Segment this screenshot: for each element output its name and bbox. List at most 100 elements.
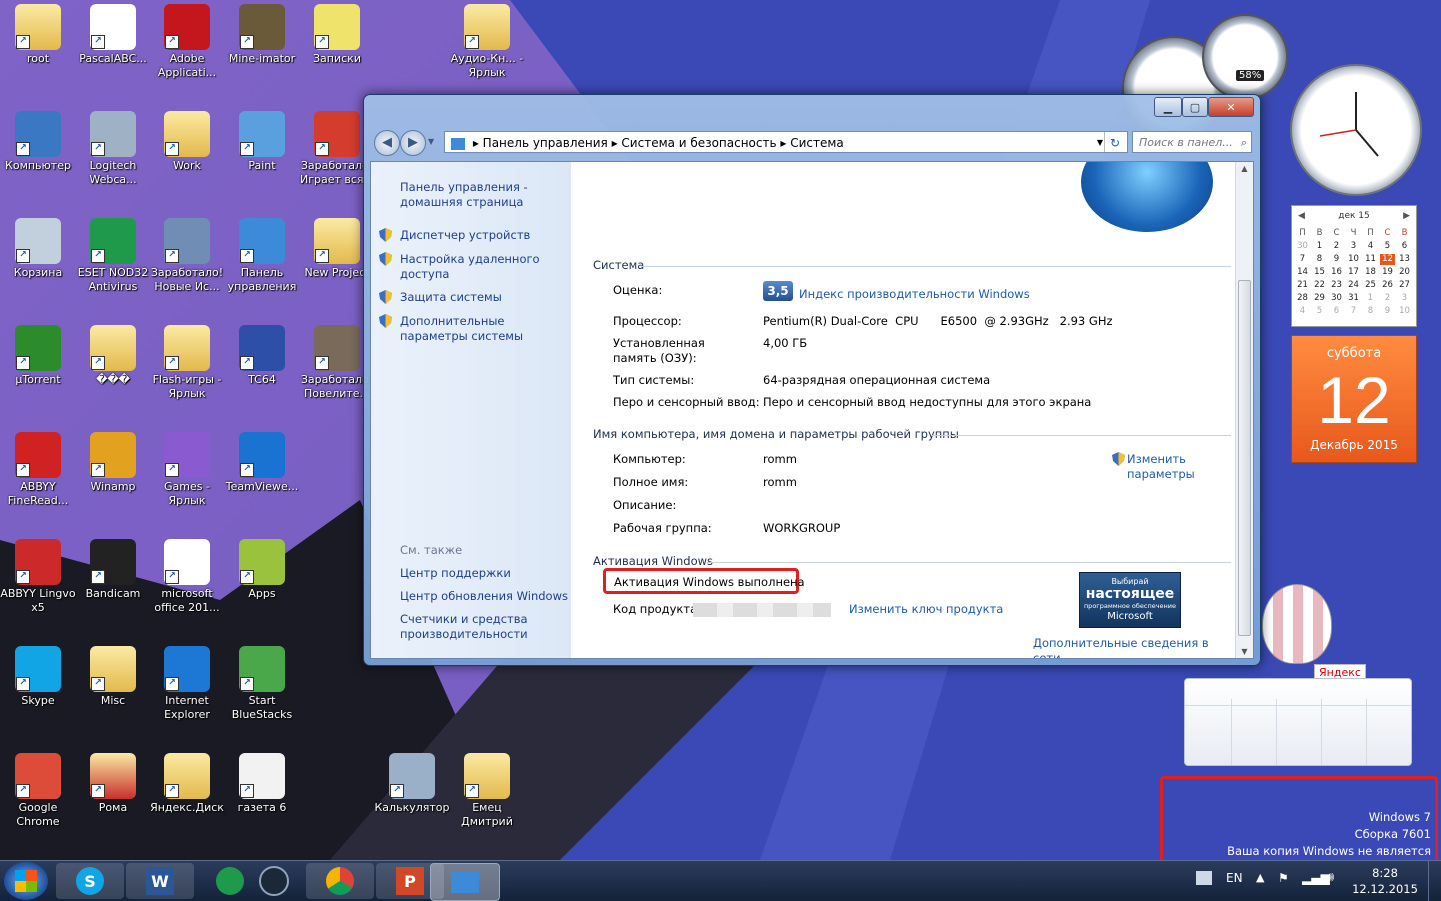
calendar-day[interactable]: 28 bbox=[1295, 293, 1310, 304]
clock-gadget[interactable] bbox=[1290, 64, 1422, 196]
calendar-day[interactable]: 8 bbox=[1312, 254, 1327, 265]
calendar-day[interactable]: 20 bbox=[1397, 267, 1412, 278]
calendar-day[interactable]: 9 bbox=[1329, 254, 1344, 265]
desktop-icon[interactable]: ↗ TC64 bbox=[224, 325, 300, 387]
calendar-day[interactable]: 4 bbox=[1295, 306, 1310, 317]
calendar-day[interactable]: 18 bbox=[1363, 267, 1378, 278]
desktop-icon[interactable]: ↗ Рома bbox=[75, 753, 151, 815]
search-input[interactable]: Поиск в панел... ⌕ bbox=[1132, 131, 1252, 153]
calendar-day[interactable]: 17 bbox=[1346, 267, 1361, 278]
see-also-performance[interactable]: Счетчики и средства производительности bbox=[400, 612, 540, 642]
desktop-icon[interactable]: ↗ Яндекс.Диск bbox=[149, 753, 225, 815]
tray-flag-icon[interactable]: ⚑ bbox=[1278, 871, 1289, 885]
clock-time[interactable]: 8:28 bbox=[1350, 866, 1420, 880]
calendar-day[interactable]: 7 bbox=[1346, 306, 1361, 317]
calendar-day[interactable]: 23 bbox=[1329, 280, 1344, 291]
desktop-icon[interactable]: ↗ ABBYY Lingvo x5 bbox=[0, 539, 76, 615]
calendar-day[interactable]: 30 bbox=[1329, 293, 1344, 304]
calendar-day[interactable]: 25 bbox=[1363, 280, 1378, 291]
calendar-day[interactable]: 27 bbox=[1397, 280, 1412, 291]
rating-badge[interactable]: 3,5 bbox=[763, 281, 793, 301]
action-center-icon[interactable] bbox=[1196, 871, 1212, 885]
desktop-icon[interactable]: ↗ ABBYY FineRead... bbox=[0, 432, 76, 508]
show-desktop-button[interactable] bbox=[1428, 861, 1441, 901]
desktop-icon[interactable]: ↗ Games - Ярлык bbox=[149, 432, 225, 508]
maximize-button[interactable]: ▢ bbox=[1182, 97, 1208, 117]
calendar-day[interactable]: 1 bbox=[1363, 293, 1378, 304]
calendar-day[interactable]: 10 bbox=[1346, 254, 1361, 265]
calendar-day[interactable]: 1 bbox=[1312, 241, 1327, 252]
calendar-day[interactable]: 9 bbox=[1380, 306, 1395, 317]
desktop-icon[interactable]: ↗ Калькулятор bbox=[374, 753, 450, 815]
task-advanced-settings[interactable]: Дополнительные параметры системы bbox=[400, 314, 568, 344]
desktop-icon[interactable]: ↗ Work bbox=[149, 111, 225, 173]
calendar-day[interactable]: 11 bbox=[1363, 254, 1378, 265]
taskbar-control-panel[interactable] bbox=[430, 863, 500, 901]
desktop-icon[interactable]: ↗ Internet Explorer bbox=[149, 646, 225, 722]
task-remote-access[interactable]: Настройка удаленного доступа bbox=[400, 252, 540, 282]
close-button[interactable]: ✕ bbox=[1208, 97, 1254, 117]
calendar-day[interactable]: 3 bbox=[1346, 241, 1361, 252]
home-link[interactable]: Панель управления - домашняя страница bbox=[400, 180, 530, 210]
calendar-day[interactable]: 21 bbox=[1295, 280, 1310, 291]
calendar-day[interactable]: 4 bbox=[1363, 241, 1378, 252]
desktop-icon[interactable]: ↗ Flash-игры - Ярлык bbox=[149, 325, 225, 401]
start-button[interactable] bbox=[4, 862, 48, 900]
desktop-icon[interactable]: ↗ Корзина bbox=[0, 218, 76, 280]
desktop-icon[interactable]: ↗ Аудио-Кн... - Ярлык bbox=[449, 4, 525, 80]
system-window[interactable]: ▁ ▢ ✕ ◀ ▶ ▼ ▸ Панель управления ▸ Систем… bbox=[363, 94, 1261, 666]
breadcrumb[interactable]: ▸ Панель управления ▸ Система и безопасн… bbox=[444, 131, 1128, 153]
volume-icon[interactable]: 🔊︎ bbox=[1326, 870, 1334, 885]
calendar-day[interactable]: 2 bbox=[1380, 293, 1395, 304]
calendar-day[interactable]: 22 bbox=[1312, 280, 1327, 291]
calendar-day[interactable]: 7 bbox=[1295, 254, 1310, 265]
back-button[interactable]: ◀ bbox=[374, 130, 400, 156]
genuine-badge[interactable]: Выбирай настоящее программное обеспечени… bbox=[1079, 572, 1181, 628]
desktop-icon[interactable]: ↗ root bbox=[0, 4, 76, 66]
change-key-link[interactable]: Изменить ключ продукта bbox=[849, 602, 1003, 617]
taskbar-skype[interactable]: S bbox=[56, 863, 124, 899]
calendar-day[interactable]: 26 bbox=[1380, 280, 1395, 291]
desktop-icon[interactable]: ↗ TeamViewe... bbox=[224, 432, 300, 494]
scroll-thumb[interactable] bbox=[1238, 280, 1251, 636]
desktop-icon[interactable]: ↗ µTorrent bbox=[0, 325, 76, 387]
taskbar-word[interactable]: W bbox=[126, 863, 194, 899]
calendar-day[interactable]: 16 bbox=[1329, 267, 1344, 278]
desktop-icon[interactable]: ↗ ESET NOD32 Antivirus bbox=[75, 218, 151, 294]
calendar-day[interactable]: 30 bbox=[1295, 241, 1310, 252]
scrollbar[interactable]: ▲ ▼ bbox=[1235, 162, 1253, 658]
desktop-icon[interactable]: ↗ Bandicam bbox=[75, 539, 151, 601]
clock-date[interactable]: 12.12.2015 bbox=[1350, 882, 1420, 896]
calendar-day[interactable]: 19 bbox=[1380, 267, 1395, 278]
more-info-link[interactable]: Дополнительные сведения в сети... bbox=[1033, 636, 1235, 658]
history-dropdown[interactable]: ▼ bbox=[428, 137, 434, 146]
desktop-icon[interactable]: ↗ газета 6 bbox=[224, 753, 300, 815]
desktop-icon[interactable]: ↗ Logitech Webca... bbox=[75, 111, 151, 187]
calendar-day[interactable]: 29 bbox=[1312, 293, 1327, 304]
desktop-icon[interactable]: ↗ Компьютер bbox=[0, 111, 76, 173]
desktop-icon[interactable]: ↗ Емец Дмитрий bbox=[449, 753, 525, 829]
refresh-icon[interactable]: ↻ bbox=[1104, 132, 1125, 152]
calendar-day[interactable]: 2 bbox=[1329, 241, 1344, 252]
desktop-icon[interactable]: ↗ Adobe Applicati... bbox=[149, 4, 225, 80]
calendar-day[interactable]: 5 bbox=[1312, 306, 1327, 317]
calendar-day[interactable]: 24 bbox=[1346, 280, 1361, 291]
desktop-icon[interactable]: ↗ ��� bbox=[75, 325, 151, 387]
language-indicator[interactable]: EN bbox=[1226, 871, 1243, 885]
calendar-gadget[interactable]: ◀ дек 15 ▶ П В С Ч П С В 30 1 2 3 4 5 6 7 8 9 10 11 12 13 14 1… bbox=[1291, 205, 1417, 327]
calendar-day[interactable]: 8 bbox=[1363, 306, 1378, 317]
calendar-day[interactable]: 6 bbox=[1329, 306, 1344, 317]
see-also-action-center[interactable]: Центр поддержки bbox=[400, 566, 568, 581]
task-device-manager[interactable]: Диспетчер устройств bbox=[400, 228, 568, 243]
breadcrumb-item[interactable]: Панель управления bbox=[483, 136, 608, 150]
calendar-next[interactable]: ▶ bbox=[1403, 211, 1410, 221]
calendar-day[interactable]: 15 bbox=[1312, 267, 1327, 278]
desktop-icon[interactable]: ↗ Start BlueStacks bbox=[224, 646, 300, 722]
search-icon[interactable]: ⌕ bbox=[1241, 132, 1247, 154]
desktop-icon[interactable]: ↗ Mine-imator bbox=[224, 4, 300, 66]
calendar-day[interactable]: 3 bbox=[1397, 293, 1412, 304]
calendar-day[interactable]: 5 bbox=[1380, 241, 1395, 252]
desktop-icon[interactable]: ↗ Paint bbox=[224, 111, 300, 173]
tray-expand-icon[interactable]: ▲ bbox=[1256, 871, 1264, 884]
desktop-icon[interactable]: ↗ Заработало! Новые Ис... bbox=[149, 218, 225, 294]
